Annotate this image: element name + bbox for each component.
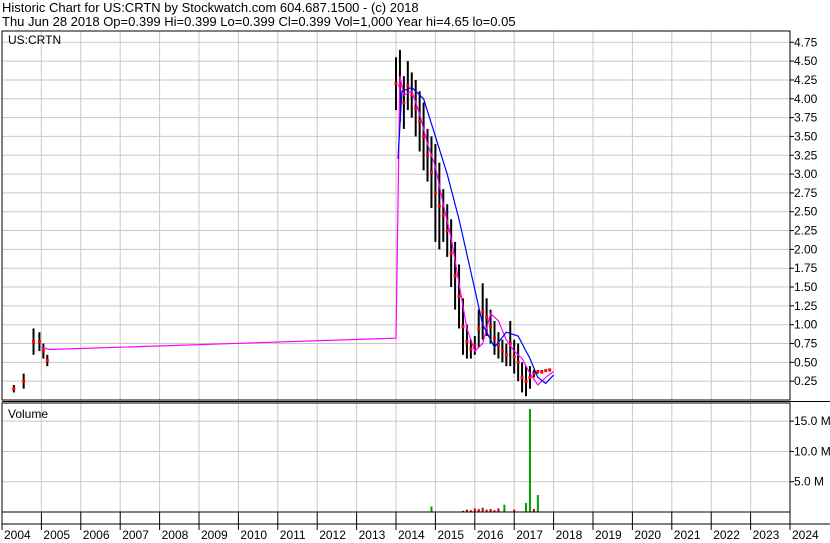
close-marker [449, 251, 453, 255]
close-marker [445, 229, 449, 233]
price-plot-marks [12, 49, 555, 397]
price-tick-label: 1.75 [794, 261, 818, 275]
close-marker [429, 170, 433, 174]
year-tick-label: 2010 [240, 528, 267, 542]
x-axis-year-ticks: 2004 2005 2006 2007 2008 2009 2010 2011 2012 2013… [1, 401, 830, 542]
volume-bar [473, 508, 476, 512]
price-tick-label: 2.50 [794, 205, 818, 219]
volume-tick-label: 10.0 M [794, 444, 830, 458]
price-tick-label: 1.00 [794, 318, 818, 332]
close-marker [477, 326, 481, 330]
close-marker [37, 340, 41, 344]
year-tick-label: 2004 [4, 528, 31, 542]
close-marker [489, 325, 493, 329]
volume-tick-label: 15.0 M [794, 414, 830, 428]
close-marker [22, 379, 26, 383]
close-marker [532, 372, 536, 376]
volume-bar [430, 506, 433, 512]
close-marker [402, 101, 406, 105]
close-marker [500, 349, 504, 353]
year-tick-label: 2016 [477, 528, 504, 542]
year-tick-label: 2018 [556, 528, 583, 542]
year-tick-label: 2024 [792, 528, 819, 542]
close-marker [481, 310, 485, 314]
close-marker [41, 349, 45, 353]
volume-tick-label: 5.0 M [794, 475, 824, 489]
close-marker [406, 84, 410, 88]
historic-chart: 2004 2005 2006 2007 2008 2009 2010 2011 2012 2013… [1, 30, 830, 542]
close-marker [465, 340, 469, 344]
volume-panel-title: Volume [8, 407, 48, 421]
volume-bar [503, 504, 506, 512]
volume-bar [528, 409, 531, 512]
price-axis-ticks: 0.25 0.50 0.75 1.00 1.25 1.50 1.75 2.00 2.25 2.50… [790, 35, 818, 388]
price-panel-title: US:CRTN [8, 33, 61, 47]
close-marker [469, 347, 473, 351]
close-marker [433, 191, 437, 195]
volume-bar [497, 508, 500, 512]
year-tick-label: 2020 [634, 528, 661, 542]
close-marker [544, 369, 548, 373]
year-tick-label: 2012 [319, 528, 346, 542]
price-tick-label: 3.75 [794, 111, 818, 125]
price-tick-label: 2.00 [794, 242, 818, 256]
close-marker [485, 315, 489, 319]
close-marker [45, 358, 49, 362]
close-marker [520, 375, 524, 379]
close-marker [536, 370, 540, 374]
price-tick-label: 2.25 [794, 224, 818, 238]
price-tick-label: 3.25 [794, 148, 818, 162]
year-tick-label: 2022 [713, 528, 740, 542]
close-marker [453, 274, 457, 278]
close-marker [516, 360, 520, 364]
close-marker [504, 353, 508, 357]
year-tick-label: 2023 [753, 528, 780, 542]
close-marker [437, 204, 441, 208]
close-marker [524, 379, 528, 383]
year-tick-label: 2021 [674, 528, 701, 542]
close-marker [32, 340, 36, 344]
year-tick-label: 2017 [516, 528, 543, 542]
close-marker [12, 387, 16, 391]
close-marker [461, 325, 465, 329]
year-tick-label: 2014 [398, 528, 425, 542]
price-tick-label: 2.75 [794, 186, 818, 200]
year-tick-label: 2019 [595, 528, 622, 542]
volume-bar [536, 495, 539, 512]
close-marker [512, 355, 516, 359]
price-tick-label: 0.75 [794, 337, 818, 351]
close-marker [540, 370, 544, 374]
volume-bar [481, 507, 484, 512]
price-tick-label: 3.00 [794, 167, 818, 181]
close-marker [394, 82, 398, 86]
year-tick-label: 2015 [437, 528, 464, 542]
close-marker [441, 214, 445, 217]
year-tick-label: 2007 [122, 528, 149, 542]
close-marker [528, 375, 532, 379]
year-tick-label: 2008 [162, 528, 189, 542]
year-tick-label: 2009 [201, 528, 228, 542]
year-tick-label: 2005 [43, 528, 70, 542]
close-marker [548, 368, 552, 372]
volume-plot-marks [430, 409, 539, 512]
price-tick-label: 4.25 [794, 73, 818, 87]
price-tick-label: 1.50 [794, 280, 818, 294]
year-tick-label: 2011 [280, 528, 306, 542]
price-tick-label: 3.50 [794, 129, 818, 143]
volume-axis-ticks: 5.0 M 10.0 M 15.0 M [790, 414, 830, 489]
close-marker [426, 153, 430, 157]
price-tick-label: 0.25 [794, 374, 818, 388]
year-tick-label: 2013 [359, 528, 386, 542]
price-tick-label: 1.25 [794, 299, 818, 313]
volume-grid [1, 403, 791, 512]
price-tick-label: 4.75 [794, 35, 818, 49]
volume-bar [525, 502, 528, 512]
price-tick-label: 4.50 [794, 54, 818, 68]
close-marker [493, 336, 496, 340]
price-tick-label: 0.50 [794, 355, 818, 369]
close-marker [457, 294, 461, 298]
year-tick-label: 2006 [83, 528, 110, 542]
price-tick-label: 4.00 [794, 92, 818, 106]
